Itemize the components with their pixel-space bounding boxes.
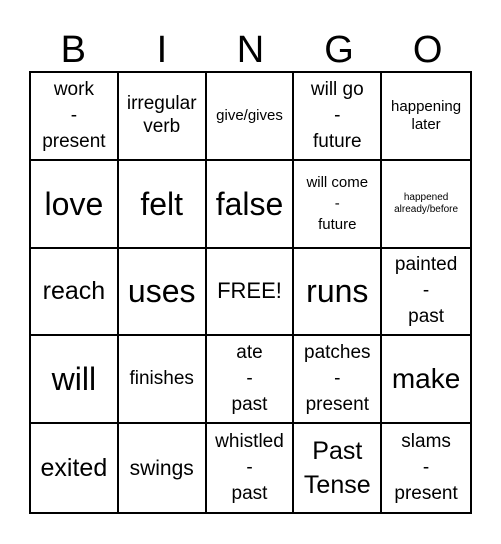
bingo-cell[interactable]: give/gives xyxy=(206,73,295,161)
bingo-cell[interactable]: will xyxy=(31,336,119,425)
cell-text: irregular verb xyxy=(126,93,197,137)
cell-text: false xyxy=(215,185,284,222)
cell-text: slams - present xyxy=(394,431,458,505)
bingo-cell[interactable]: whistled - past xyxy=(207,424,295,512)
bingo-cell[interactable]: exited xyxy=(31,424,119,512)
bingo-cell[interactable]: false xyxy=(206,160,295,249)
bingo-cell[interactable]: slams - present xyxy=(382,424,470,512)
bingo-cell[interactable]: happening later xyxy=(382,73,470,161)
bingo-cell[interactable]: uses xyxy=(118,248,207,337)
bingo-cell[interactable]: will come - future xyxy=(294,160,383,249)
cell-text: happening later xyxy=(391,97,462,133)
bingo-cell[interactable]: Past Tense xyxy=(294,424,383,512)
bingo-cell[interactable]: painted - past xyxy=(382,249,470,337)
cell-text: patches - present xyxy=(304,342,371,416)
header-letter-n: N xyxy=(236,29,265,71)
cell-text: swings xyxy=(129,456,194,480)
cell-text: felt xyxy=(140,185,184,222)
cell-text: give/gives xyxy=(216,106,283,124)
cell-text: reach xyxy=(42,277,106,306)
bingo-cell[interactable]: finishes xyxy=(118,336,207,425)
cell-text: finishes xyxy=(129,367,194,389)
bingo-cell[interactable]: love xyxy=(31,160,119,249)
header-letter-b: B xyxy=(60,29,86,71)
bingo-cell[interactable]: happened already/before xyxy=(382,161,470,249)
cell-text: painted - past xyxy=(394,254,458,328)
cell-text: FREE! xyxy=(217,278,282,304)
bingo-cell[interactable]: make xyxy=(382,336,470,425)
bingo-cell[interactable]: runs xyxy=(294,248,383,337)
bingo-cell[interactable]: irregular verb xyxy=(118,73,207,161)
header-letter-i: I xyxy=(156,29,168,71)
header-letter-g: G xyxy=(324,29,354,71)
bingo-header: B I N G O xyxy=(29,30,472,70)
cell-text: make xyxy=(391,363,461,395)
bingo-grid: work - present irregular verb give/gives… xyxy=(29,71,472,514)
cell-text: runs xyxy=(306,273,369,310)
cell-text: uses xyxy=(127,273,196,310)
bingo-cell[interactable]: patches - present xyxy=(294,336,383,425)
cell-text: will come - future xyxy=(306,174,369,234)
free-space[interactable]: FREE! xyxy=(206,248,295,337)
cell-text: ate - past xyxy=(231,342,268,416)
bingo-cell[interactable]: will go - future xyxy=(294,73,383,161)
bingo-cell[interactable]: felt xyxy=(118,160,207,249)
cell-text: love xyxy=(44,185,104,222)
cell-text: whistled - past xyxy=(215,431,284,505)
cell-text: will go - future xyxy=(310,78,364,152)
cell-text: will xyxy=(51,361,97,398)
bingo-cell[interactable]: work - present xyxy=(31,73,119,161)
cell-text: Past Tense xyxy=(303,437,371,500)
header-letter-o: O xyxy=(412,29,443,71)
bingo-cell[interactable]: swings xyxy=(119,424,207,512)
cell-text: work - present xyxy=(42,78,106,152)
bingo-cell[interactable]: reach xyxy=(31,248,119,337)
bingo-cell[interactable]: ate - past xyxy=(206,336,295,425)
cell-text: exited xyxy=(40,454,108,483)
cell-text: happened already/before xyxy=(394,191,459,215)
